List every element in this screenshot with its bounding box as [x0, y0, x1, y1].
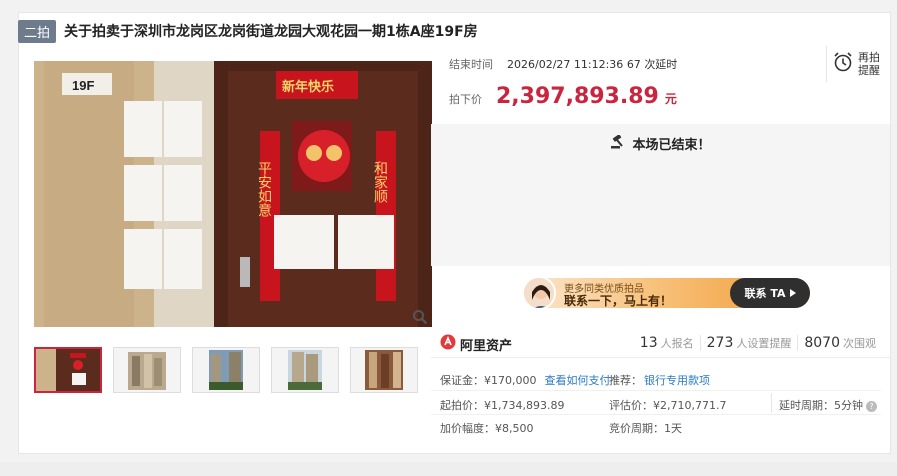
start-price: 起拍价：¥1,734,893.89: [440, 399, 565, 412]
divider: [431, 390, 881, 391]
reminder-count: 273: [706, 335, 734, 351]
extension-count: 67 次延时: [627, 58, 678, 71]
main-photo[interactable]: 19F 新年快乐 平安如意 和家顺: [34, 61, 432, 327]
contact-button[interactable]: 联系 TA: [730, 278, 810, 308]
hammer-price: 2,397,893.89: [496, 84, 659, 109]
page-footer-strip: [0, 462, 897, 476]
extensions-number: 67: [626, 58, 641, 71]
play-arrow-icon: [789, 287, 796, 300]
divider-vertical: [771, 393, 772, 413]
zoom-icon[interactable]: [412, 309, 428, 325]
divider: [431, 414, 881, 415]
brand-logo: 阿里资产: [440, 334, 512, 354]
agent-avatar: [522, 276, 556, 310]
stat-group: 13 人报名 273 人设置提醒 8070 次围观: [634, 335, 882, 351]
view-count: 8070: [804, 335, 840, 351]
thumbnail-5[interactable]: [350, 347, 418, 393]
couplet-left: 平安如意: [256, 161, 272, 217]
reminder-stat-label: 人设置提醒: [736, 337, 792, 350]
ali-asset-icon: [440, 334, 456, 354]
deposit-row: 保证金：¥170,000 查看如何支付: [440, 372, 611, 388]
question-icon[interactable]: ?: [866, 400, 877, 412]
ended-panel: 本场已结束！: [431, 124, 890, 266]
signup-label: 人报名: [660, 337, 694, 350]
price-unit: 元: [664, 92, 677, 106]
thumbnail-4[interactable]: [271, 347, 339, 393]
listing-title: 关于拍卖于深圳市龙岗区龙岗街道龙园大观花园一期1栋A座19F房: [64, 24, 478, 40]
end-time: 2026/02/27 11:12:36: [507, 58, 624, 71]
extensions-suffix: 次延时: [644, 58, 678, 71]
ended-notice: 本场已结束！: [431, 133, 890, 153]
pay-help-link[interactable]: 查看如何支付: [545, 374, 611, 387]
couplet-top: 新年快乐: [282, 79, 334, 95]
delay-period: 延时周期：5分钟: [779, 399, 863, 412]
thumbnail-1[interactable]: [34, 347, 102, 393]
round-badge: 二拍: [18, 19, 57, 43]
delay-period-row: 延时周期：5分钟?: [779, 397, 877, 413]
gavel-icon: [610, 133, 626, 153]
signup-count: 13: [639, 335, 658, 351]
bid-period: 竞价周期：1天: [609, 422, 682, 435]
stats-bar: 阿里资产 13 人报名 273 人设置提醒 8070 次围观: [431, 328, 890, 358]
end-time-row: 结束时间 2026/02/27 11:12:36 67 次延时: [449, 56, 677, 72]
brand-name: 阿里资产: [460, 338, 513, 354]
view-stat: 8070 次围观: [797, 335, 882, 351]
recommend-row: 推荐： 银行专用款项: [609, 372, 710, 388]
recommend-label: 推荐：: [609, 374, 642, 387]
view-label: 次围观: [843, 337, 876, 350]
couplet-right: 和家顺: [372, 161, 388, 203]
floor-sign: 19F: [72, 78, 94, 93]
alarm-clock-icon: [833, 51, 853, 77]
appraisal-price: 评估价：¥2,710,771.7: [609, 399, 727, 412]
thumbnail-strip: [34, 347, 418, 393]
bid-increment: 加价幅度：¥8,500: [440, 422, 534, 435]
thumbnail-2[interactable]: [113, 347, 181, 393]
ended-text: 本场已结束！: [632, 138, 711, 153]
reminder-label: 再拍提醒: [858, 51, 880, 77]
signup-stat: 13 人报名: [634, 335, 700, 351]
end-time-value: 2026/02/27 11:12:36 67 次延时: [507, 56, 677, 72]
bank-payment-link[interactable]: 银行专用款项: [644, 374, 710, 387]
banner-headline: 联系一下，马上有！: [564, 294, 673, 308]
reminder-button[interactable]: 再拍提醒: [826, 46, 890, 82]
title-bar: 二拍 关于拍卖于深圳市龙岗区龙岗街道龙园大观花园一期1栋A座19F房: [18, 16, 478, 46]
price-label: 拍下价: [449, 93, 482, 106]
thumbnail-3[interactable]: [192, 347, 260, 393]
reminder-stat: 273 人设置提醒: [699, 335, 798, 351]
contact-button-label: 联系 TA: [744, 287, 786, 300]
price-row: 拍下价 2,397,893.89 元: [449, 84, 677, 109]
end-time-label: 结束时间: [449, 58, 493, 71]
contact-banner[interactable]: 更多同类优质拍品 联系一下，马上有！ 联系 TA: [434, 268, 886, 320]
deposit: 保证金：¥170,000: [440, 374, 537, 387]
